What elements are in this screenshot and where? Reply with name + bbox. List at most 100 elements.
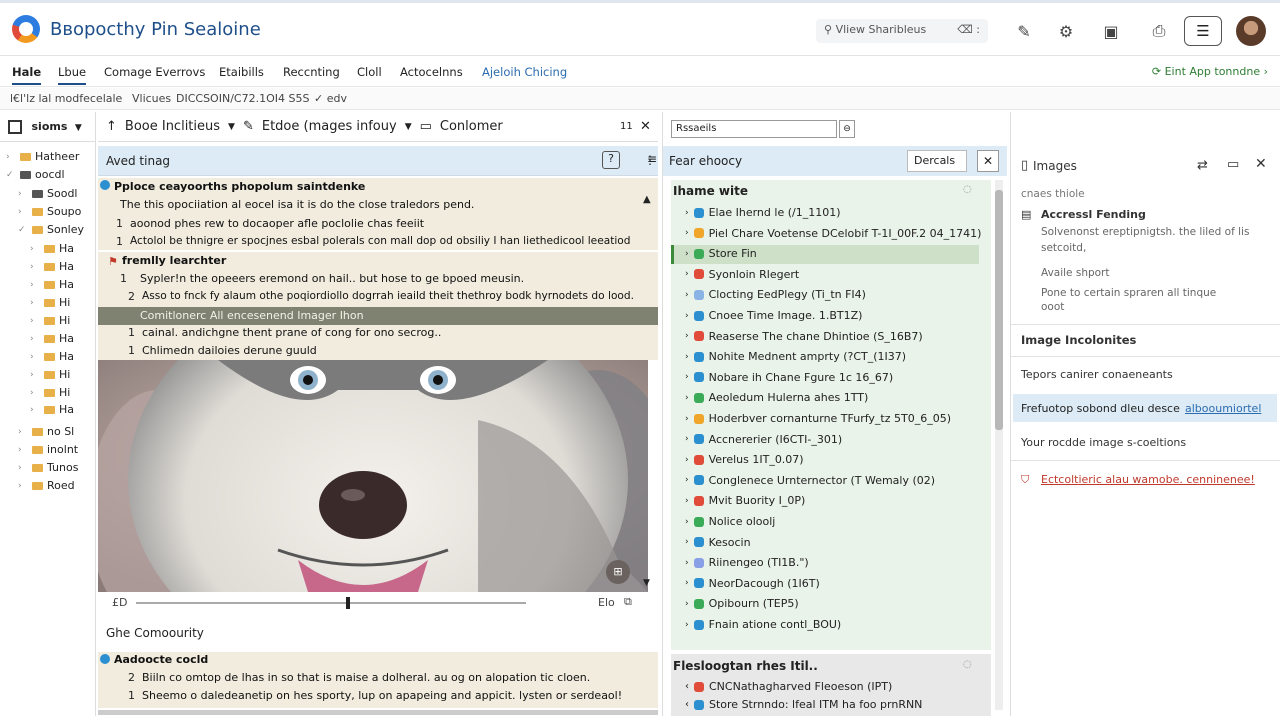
timeline-handle[interactable] xyxy=(346,597,350,609)
chevron-right-icon[interactable]: › xyxy=(685,517,689,527)
menu-item-reccnting[interactable]: Reccnting xyxy=(283,65,340,79)
chevron-right-icon[interactable]: › xyxy=(18,463,28,473)
expand-icon[interactable]: ⧉ xyxy=(624,595,632,609)
tree-item[interactable]: › Soodl xyxy=(18,187,77,200)
list-item[interactable]: › Accnererier (I6CTI-_301) xyxy=(685,433,842,446)
chevron-right-icon[interactable]: › xyxy=(30,370,40,380)
menu-item-etaibills[interactable]: Etaibills xyxy=(219,65,264,79)
menu-item-comage[interactable]: Comage Everrovs xyxy=(104,65,205,79)
caption-toggle-icon[interactable]: ⊞ xyxy=(606,560,630,584)
tree-item[interactable]: › Ha xyxy=(30,260,74,273)
path-segment-4[interactable]: ✓ edv xyxy=(314,92,347,105)
path-segment-3[interactable]: DICCSOIN/C72.1OI4 S5S xyxy=(176,92,309,105)
menu-item-actocelnns[interactable]: Actocelnns xyxy=(400,65,463,79)
toolbar-item-2[interactable]: Etdoe (mages infouy xyxy=(262,119,397,134)
chevron-right-icon[interactable]: › xyxy=(685,393,689,403)
chevron-right-icon[interactable]: › xyxy=(685,331,689,341)
vertical-scrollbar[interactable] xyxy=(995,180,1003,710)
tree-item[interactable]: › Roed xyxy=(18,479,75,492)
list-item[interactable]: › Mvit Buority I_0P) xyxy=(685,494,805,507)
upload-icon[interactable]: ↑ xyxy=(106,119,117,134)
chevron-right-icon[interactable]: › xyxy=(685,455,689,465)
chevron-left-icon[interactable]: ‹ xyxy=(685,699,689,710)
check-icon[interactable]: ✓ xyxy=(6,170,16,180)
chevron-right-icon[interactable]: › xyxy=(6,152,16,162)
search-input[interactable]: ⚲ Vliew Sharibleus ⌫ : xyxy=(816,19,988,43)
chevron-right-icon[interactable]: › xyxy=(18,207,28,217)
close-icon[interactable]: ✕ xyxy=(640,119,651,134)
tree-item[interactable]: › Hi xyxy=(30,314,70,327)
timeline-slider[interactable] xyxy=(136,602,526,604)
chevron-right-icon[interactable]: › xyxy=(30,405,40,415)
tree-header[interactable]: sioms ▼ xyxy=(0,112,96,142)
pencil-icon[interactable]: ✎ xyxy=(243,119,254,134)
list-item[interactable]: › Nolice oloolj xyxy=(685,515,775,528)
chevron-right-icon[interactable]: › xyxy=(685,558,689,568)
chevron-right-icon[interactable]: › xyxy=(30,262,40,272)
help-icon[interactable]: ? xyxy=(602,151,620,169)
toolbar-item-1[interactable]: Booe Inclitieus xyxy=(125,119,220,134)
chevron-right-icon[interactable]: › xyxy=(685,475,689,485)
list-item[interactable]: › Aeoledum Hulerna ahes 1TT) xyxy=(685,391,868,404)
gear-icon[interactable]: ⚙ xyxy=(1054,19,1078,43)
list-item[interactable]: › Riinengeo (TI1B.") xyxy=(685,556,809,569)
section-toggle-icon[interactable]: ◌ xyxy=(963,659,972,670)
chevron-right-icon[interactable]: › xyxy=(685,208,689,218)
toolbar-item-3[interactable]: Conlomer xyxy=(440,119,503,134)
chevron-right-icon[interactable]: › xyxy=(685,352,689,362)
chevron-right-icon[interactable]: › xyxy=(685,414,689,424)
check-icon[interactable]: ✓ xyxy=(18,225,28,235)
close-icon[interactable]: ✕ xyxy=(1255,156,1267,172)
chevron-right-icon[interactable]: › xyxy=(18,189,28,199)
filter-input[interactable]: Rssaeils xyxy=(671,120,837,138)
chevron-right-icon[interactable]: › xyxy=(30,244,40,254)
list-item[interactable]: › Cnoee Time Image. 1.BT1Z) xyxy=(685,309,862,322)
scrollbar-thumb[interactable] xyxy=(995,190,1003,430)
path-segment-2[interactable]: Vlicues xyxy=(132,92,171,105)
list-toggle-icon[interactable]: ≡ xyxy=(647,152,657,166)
tree-item[interactable]: ✓ oocdl xyxy=(6,168,65,181)
chevron-right-icon[interactable]: › xyxy=(30,298,40,308)
inspector-row-2[interactable]: Frefuotop sobond dleu desce albooumiorte… xyxy=(1013,394,1277,422)
list-item[interactable]: › Kesocin xyxy=(685,536,751,549)
chevron-right-icon[interactable]: › xyxy=(685,372,689,382)
list-item[interactable]: › Elae Ihernd le (/1_1101) xyxy=(685,206,841,219)
row-2-link[interactable]: albooumiortel xyxy=(1185,402,1261,415)
chevron-right-icon[interactable]: › xyxy=(685,269,689,279)
exit-app-link[interactable]: ⟳ Eint App tonndne › xyxy=(1152,65,1268,78)
chevron-right-icon[interactable]: › xyxy=(685,434,689,444)
pen-tool-icon[interactable]: ✎ xyxy=(1012,19,1036,43)
close-icon[interactable]: ✕ xyxy=(977,150,999,172)
chevron-right-icon[interactable]: › xyxy=(30,316,40,326)
chevron-right-icon[interactable]: › xyxy=(685,599,689,609)
menu-item-ajeloih[interactable]: Ajeloih Chicing xyxy=(482,65,567,79)
list-item[interactable]: › Hoderbver cornanturne TFurfy_tz 5T0_6_0… xyxy=(685,412,951,425)
menu-item-hale[interactable]: Hale xyxy=(12,65,42,85)
chevron-right-icon[interactable]: › xyxy=(685,537,689,547)
avatar[interactable] xyxy=(1236,16,1266,46)
menu-item-lbue[interactable]: Lbue xyxy=(58,65,87,85)
chevron-right-icon[interactable]: › xyxy=(685,290,689,300)
chevron-down-icon[interactable]: ▼ xyxy=(405,122,412,132)
path-segment-1[interactable]: l€l'lz lal modfecelale xyxy=(10,92,122,105)
list-item[interactable]: ‹ CNCNathagharved Fleoeson (IPT) xyxy=(685,680,892,693)
details-button[interactable]: Dercals xyxy=(907,150,967,172)
header-toggle-icon[interactable]: ◌ xyxy=(963,184,972,195)
inspector-row-1[interactable]: Tepors canirer conaeneants xyxy=(1021,368,1173,381)
list-item[interactable]: › Conglenece Urnternector (T Wemaly (02) xyxy=(685,474,935,487)
chevron-right-icon[interactable]: › xyxy=(30,334,40,344)
list-item[interactable]: ‹ Store Strnndo: lfeal ITM ha foo prnRNN xyxy=(685,698,922,711)
filter-clear-icon[interactable]: ⊖ xyxy=(839,120,855,138)
list-item[interactable]: › Clocting EedPlegy (Ti_tn FI4) xyxy=(685,288,866,301)
list-item[interactable]: › Opibourn (TEP5) xyxy=(685,597,799,610)
chevron-right-icon[interactable]: › xyxy=(685,249,689,259)
chevron-right-icon[interactable]: › xyxy=(18,481,28,491)
chevron-left-icon[interactable]: ‹ xyxy=(685,681,689,692)
shuffle-icon[interactable]: ⇄ xyxy=(1197,158,1208,173)
menu-icon[interactable]: ☰ xyxy=(1184,16,1222,46)
tree-item[interactable]: › Hi xyxy=(30,386,70,399)
list-item[interactable]: › Verelus 1IT_0.07) xyxy=(685,453,804,466)
tree-item[interactable]: › inolnt xyxy=(18,443,78,456)
tree-item[interactable]: ✓ Sonley xyxy=(18,223,84,236)
tree-item[interactable]: › no Sl xyxy=(18,425,74,438)
